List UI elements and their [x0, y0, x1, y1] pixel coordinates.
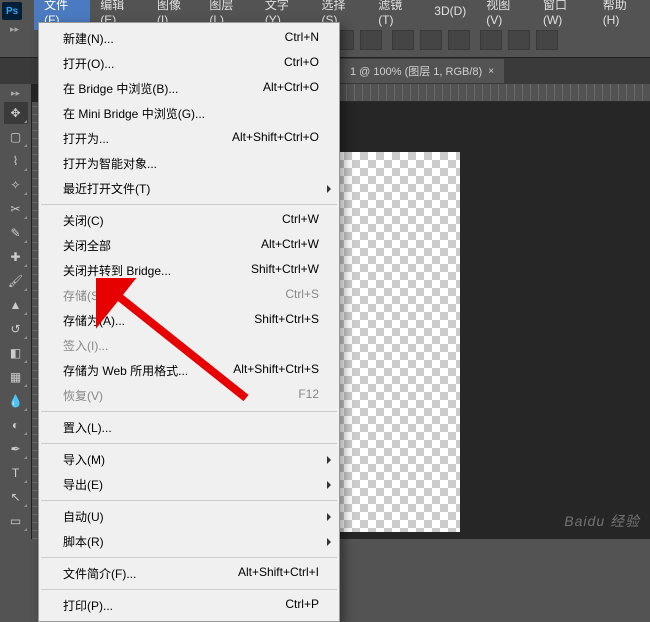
menu-automate[interactable]: 自动(U) [39, 504, 339, 529]
watermark: Baidu 经验 [564, 511, 640, 531]
brush-tool-icon[interactable]: 🖌 [4, 270, 28, 292]
dodge-tool-icon[interactable]: ◐ [4, 414, 28, 436]
menu-open-as[interactable]: 打开为...Alt+Shift+Ctrl+O [39, 126, 339, 151]
separator [41, 589, 337, 590]
blur-tool-icon[interactable]: 💧 [4, 390, 28, 412]
menu-save-as[interactable]: 存储为(A)...Shift+Ctrl+S [39, 308, 339, 333]
menu-view[interactable]: 视图(V) [476, 0, 533, 30]
collapse-toggle[interactable]: ▸▸ [10, 24, 19, 36]
menu-file-info[interactable]: 文件简介(F)...Alt+Shift+Ctrl+I [39, 561, 339, 586]
crop-tool-icon[interactable]: ✂ [4, 198, 28, 220]
menu-browse-minibridge[interactable]: 在 Mini Bridge 中浏览(G)... [39, 101, 339, 126]
menu-place[interactable]: 置入(L)... [39, 415, 339, 440]
heal-tool-icon[interactable]: ✚ [4, 246, 28, 268]
eraser-tool-icon[interactable]: ◧ [4, 342, 28, 364]
move-tool-icon[interactable]: ✥ [4, 102, 28, 124]
align-icon[interactable] [360, 30, 382, 50]
menu-save: 存储(S)Ctrl+S [39, 283, 339, 308]
menu-revert: 恢复(V)F12 [39, 383, 339, 408]
menu-browse-bridge[interactable]: 在 Bridge 中浏览(B)...Alt+Ctrl+O [39, 76, 339, 101]
menu-recent[interactable]: 最近打开文件(T) [39, 176, 339, 201]
menubar: Ps 文件(F) 编辑(E) 图像(I) 图层(L) 文字(Y) 选择(S) 滤… [0, 0, 650, 22]
distribute-icon[interactable] [420, 30, 442, 50]
menu-open-smart[interactable]: 打开为智能对象... [39, 151, 339, 176]
menu-export[interactable]: 导出(E) [39, 472, 339, 497]
menu-close[interactable]: 关闭(C)Ctrl+W [39, 208, 339, 233]
menu-close-bridge[interactable]: 关闭并转到 Bridge...Shift+Ctrl+W [39, 258, 339, 283]
tab-close-icon[interactable]: × [488, 66, 494, 77]
arrange-icon[interactable] [480, 30, 502, 50]
arrange-icon[interactable] [536, 30, 558, 50]
lasso-tool-icon[interactable]: ⌇ [4, 150, 28, 172]
menu-scripts[interactable]: 脚本(R) [39, 529, 339, 554]
path-tool-icon[interactable]: ↖ [4, 486, 28, 508]
distribute-icons [392, 30, 470, 50]
separator [41, 411, 337, 412]
menu-help[interactable]: 帮助(H) [593, 0, 650, 30]
separator [41, 204, 337, 205]
history-brush-tool-icon[interactable]: ↺ [4, 318, 28, 340]
toolbox-collapse[interactable]: ▸▸ [11, 88, 20, 100]
menu-import[interactable]: 导入(M) [39, 447, 339, 472]
menu-3d[interactable]: 3D(D) [424, 1, 476, 21]
stamp-tool-icon[interactable]: ▲ [4, 294, 28, 316]
menu-filter[interactable]: 滤镜(T) [368, 0, 424, 30]
ps-logo: Ps [2, 2, 22, 20]
menu-window[interactable]: 窗口(W) [533, 0, 593, 30]
menu-save-web[interactable]: 存储为 Web 所用格式...Alt+Shift+Ctrl+S [39, 358, 339, 383]
type-tool-icon[interactable]: T [4, 462, 28, 484]
distribute-icon[interactable] [392, 30, 414, 50]
arrange-icons [480, 30, 558, 50]
file-menu-dropdown: 新建(N)...Ctrl+N 打开(O)...Ctrl+O 在 Bridge 中… [38, 22, 340, 622]
gradient-tool-icon[interactable]: ▦ [4, 366, 28, 388]
pen-tool-icon[interactable]: ✒ [4, 438, 28, 460]
marquee-tool-icon[interactable]: ▢ [4, 126, 28, 148]
separator [41, 557, 337, 558]
separator [41, 500, 337, 501]
menu-checkin: 签入(I)... [39, 333, 339, 358]
separator [41, 443, 337, 444]
distribute-icon[interactable] [448, 30, 470, 50]
arrange-icon[interactable] [508, 30, 530, 50]
menu-print[interactable]: 打印(P)...Ctrl+P [39, 593, 339, 618]
menu-new[interactable]: 新建(N)...Ctrl+N [39, 26, 339, 51]
wand-tool-icon[interactable]: ✧ [4, 174, 28, 196]
tab-title: 1 @ 100% (图层 1, RGB/8) [350, 63, 482, 79]
toolbox: ▸▸ ✥ ▢ ⌇ ✧ ✂ ✎ ✚ 🖌 ▲ ↺ ◧ ▦ 💧 ◐ ✒ T ↖ ▭ [0, 84, 32, 539]
menu-open[interactable]: 打开(O)...Ctrl+O [39, 51, 339, 76]
menu-close-all[interactable]: 关闭全部Alt+Ctrl+W [39, 233, 339, 258]
document-tab[interactable]: 1 @ 100% (图层 1, RGB/8) × [340, 59, 504, 83]
shape-tool-icon[interactable]: ▭ [4, 510, 28, 532]
eyedropper-tool-icon[interactable]: ✎ [4, 222, 28, 244]
